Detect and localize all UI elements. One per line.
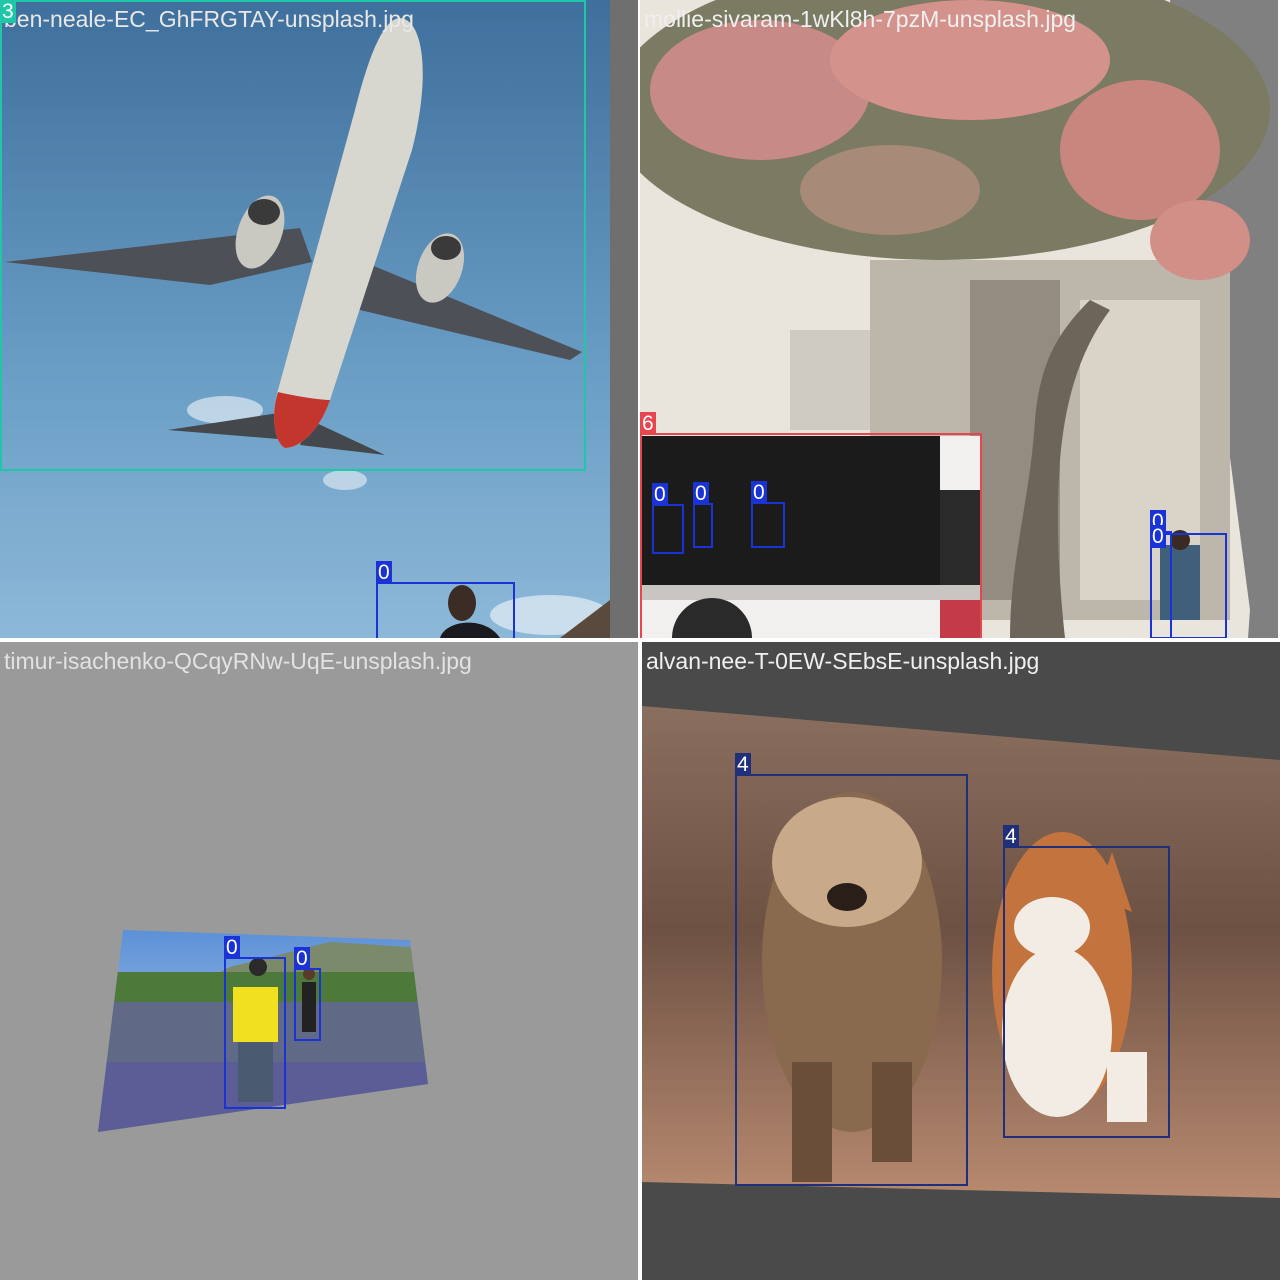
detection-box-bus [640, 433, 982, 638]
detection-box-person [294, 968, 321, 1041]
detection-box-person [693, 503, 713, 548]
detection-class-label: 0 [376, 561, 392, 584]
detection-box-person [224, 957, 286, 1109]
filename-label: ben-neale-EC_GhFRGTAY-unsplash.jpg [4, 6, 414, 32]
mosaic-tile-airplane: ben-neale-EC_GhFRGTAY-unsplash.jpg 3 0 [0, 0, 638, 638]
detection-box-person [751, 502, 785, 548]
detection-class-label: 4 [1003, 825, 1019, 848]
detection-class-label: 0 [693, 482, 709, 505]
detection-class-label: 3 [0, 0, 16, 23]
detection-class-label: 0 [1150, 525, 1166, 548]
mosaic-tile-dogs: alvan-nee-T-0EW-SEbsE-unsplash.jpg 4 4 [642, 642, 1280, 1280]
detection-class-label: 0 [224, 936, 240, 959]
detection-class-label: 0 [751, 481, 767, 504]
detection-class-label: 4 [735, 753, 751, 776]
filename-label: timur-isachenko-QCqyRNw-UqE-unsplash.jpg [4, 648, 472, 674]
field-photo [0, 642, 638, 1280]
mosaic-tile-field: timur-isachenko-QCqyRNw-UqE-unsplash.jpg… [0, 642, 638, 1280]
detection-box-person [376, 582, 515, 638]
filename-label: mollie-sivaram-1wKl8h-7pzM-unsplash.jpg [644, 6, 1077, 32]
mosaic-tile-street: mollie-sivaram-1wKl8h-7pzM-unsplash.jpg … [640, 0, 1278, 638]
filename-label: alvan-nee-T-0EW-SEbsE-unsplash.jpg [646, 648, 1040, 674]
detection-box-person [1150, 533, 1227, 638]
detection-class-label: 0 [652, 483, 668, 506]
detection-box-person [652, 504, 684, 554]
detection-box-airplane [0, 0, 586, 471]
detection-class-label: 6 [640, 412, 656, 435]
detection-box-dog [735, 774, 968, 1186]
detection-class-label: 0 [294, 947, 310, 970]
detection-box-dog [1003, 846, 1170, 1138]
